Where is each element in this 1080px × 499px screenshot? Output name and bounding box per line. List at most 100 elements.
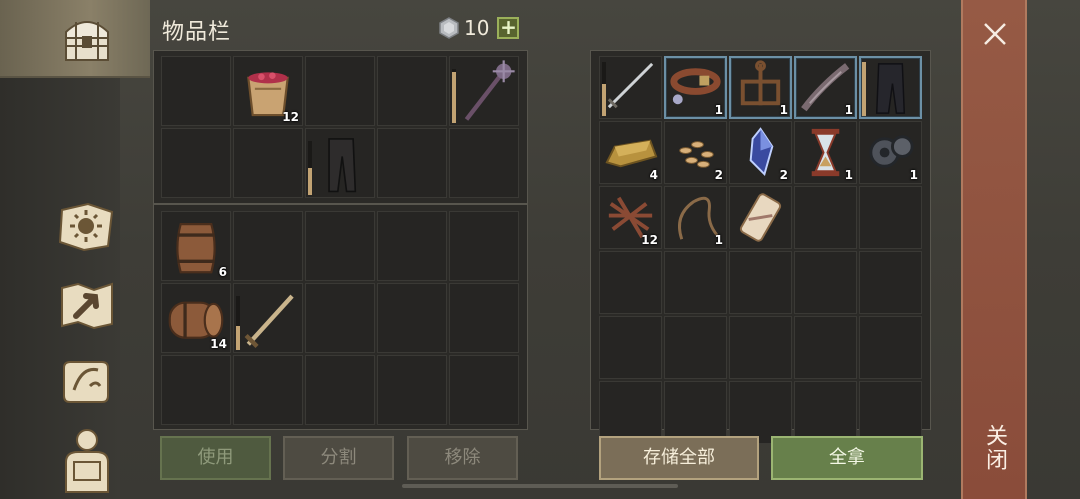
parchment-roll-icon (739, 193, 782, 242)
storage-grid: 1 1 1 4 2 2 1 1 12 1 (599, 56, 922, 444)
inventory-slot[interactable] (449, 283, 519, 353)
inventory-slot[interactable] (794, 251, 857, 314)
inventory-slot[interactable] (859, 316, 922, 379)
store-all-button[interactable]: 存储全部 (599, 436, 759, 480)
inventory-slot[interactable] (859, 251, 922, 314)
inventory-slot[interactable]: 1 (729, 56, 792, 119)
scroll-indicator (402, 484, 678, 488)
item-count: 2 (779, 168, 788, 182)
inventory-slot[interactable]: 2 (729, 121, 792, 184)
inventory-slot[interactable] (377, 283, 447, 353)
inventory-slot[interactable] (664, 381, 727, 444)
item-count: 12 (641, 233, 658, 247)
item-count: 1 (909, 168, 918, 182)
item-count: 1 (779, 103, 788, 117)
inventory-slot[interactable] (729, 251, 792, 314)
inventory-slot[interactable] (599, 251, 662, 314)
inventory-slot[interactable]: 1 (664, 186, 727, 249)
inventory-slot[interactable] (729, 186, 792, 249)
inventory-slot[interactable] (233, 283, 303, 353)
inventory-slot[interactable]: 1 (794, 56, 857, 119)
inventory-slot[interactable] (305, 56, 375, 126)
chest-icon[interactable] (60, 14, 114, 64)
inventory-slot[interactable] (599, 56, 662, 119)
inventory-slot[interactable]: 14 (161, 283, 231, 353)
inventory-slot[interactable] (449, 128, 519, 198)
inventory-slot[interactable]: 6 (161, 211, 231, 281)
inventory-slot[interactable]: 12 (599, 186, 662, 249)
currency-display: 10 + (438, 15, 520, 41)
inventory-slot[interactable]: 12 (233, 56, 303, 126)
item-count: 4 (649, 168, 658, 182)
inventory-slot[interactable] (449, 56, 519, 126)
inventory-slot[interactable] (729, 381, 792, 444)
durability-bar (236, 296, 240, 350)
inventory-slot[interactable] (305, 128, 375, 198)
item-count: 1 (714, 103, 723, 117)
inventory-slot[interactable] (377, 128, 447, 198)
inventory-slot[interactable] (599, 381, 662, 444)
silver-coin-icon (439, 17, 459, 39)
durability-bar (308, 141, 312, 195)
inventory-slot[interactable] (161, 56, 231, 126)
use-button[interactable]: 使用 (160, 436, 271, 480)
longsword-icon (607, 62, 654, 109)
item-count: 14 (210, 337, 227, 351)
item-count: 1 (844, 103, 853, 117)
inventory-slot[interactable] (233, 128, 303, 198)
inventory-slot[interactable] (377, 355, 447, 425)
inventory-slot[interactable] (305, 355, 375, 425)
item-count: 2 (714, 168, 723, 182)
spiked-mace-icon (464, 60, 515, 121)
leather-pants-icon (328, 138, 357, 193)
inventory-slot[interactable] (161, 355, 231, 425)
character-backpack-icon[interactable] (60, 426, 114, 496)
inventory-slot[interactable] (794, 316, 857, 379)
add-currency-button[interactable]: + (497, 17, 520, 39)
inventory-slot[interactable]: 1 (859, 121, 922, 184)
close-icon[interactable] (981, 20, 1009, 48)
inventory-title: 物品栏 (162, 20, 232, 45)
inventory-slot[interactable] (305, 283, 375, 353)
pockets-grid: 12 (161, 56, 519, 198)
inventory-slot[interactable]: 1 (664, 56, 727, 119)
dark-pants-icon (875, 63, 906, 114)
remove-button[interactable]: 移除 (407, 436, 518, 480)
inventory-slot[interactable] (859, 381, 922, 444)
treasure-map-icon[interactable] (60, 280, 114, 330)
inventory-slot[interactable] (664, 251, 727, 314)
inventory-slot[interactable]: 1 (794, 121, 857, 184)
sun-book-icon[interactable] (58, 200, 116, 252)
inventory-slot[interactable]: 4 (599, 121, 662, 184)
item-count: 12 (282, 110, 299, 124)
inventory-slot[interactable] (859, 186, 922, 249)
inventory-slot[interactable] (449, 211, 519, 281)
inventory-slot[interactable] (233, 211, 303, 281)
durability-bar (452, 69, 456, 123)
inventory-slot[interactable] (794, 186, 857, 249)
sword-icon (244, 294, 294, 348)
side-nav (0, 0, 150, 499)
inventory-slot[interactable] (664, 316, 727, 379)
inventory-slot[interactable] (161, 128, 231, 198)
inventory-slot[interactable] (859, 56, 922, 119)
inventory-slot[interactable] (599, 316, 662, 379)
inventory-slot[interactable] (449, 355, 519, 425)
item-count: 1 (844, 168, 853, 182)
backpack-grid: 6 14 (161, 211, 519, 425)
inventory-slot[interactable] (377, 211, 447, 281)
quest-scroll-icon[interactable] (60, 356, 112, 408)
inventory-slot[interactable] (305, 211, 375, 281)
close-label[interactable]: 关闭 (980, 424, 1010, 472)
inventory-slot[interactable] (377, 56, 447, 126)
durability-bar (602, 62, 606, 116)
inventory-slot[interactable] (729, 316, 792, 379)
inventory-slot[interactable] (794, 381, 857, 444)
currency-amount: 10 (464, 16, 490, 40)
inventory-slot[interactable]: 2 (664, 121, 727, 184)
durability-bar (862, 62, 866, 116)
item-count: 6 (218, 265, 227, 279)
inventory-slot[interactable] (233, 355, 303, 425)
take-all-button[interactable]: 全拿 (771, 436, 923, 480)
split-button[interactable]: 分割 (283, 436, 394, 480)
